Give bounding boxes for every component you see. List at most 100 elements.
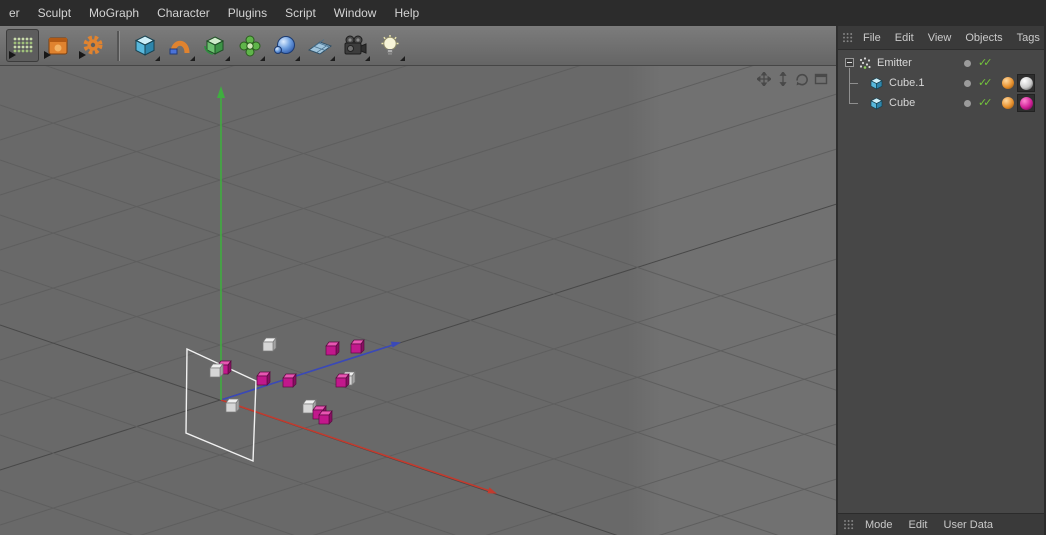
- particle-cube[interactable]: [209, 362, 224, 378]
- tool-render-active-view[interactable]: [6, 29, 39, 62]
- material-tag[interactable]: [1017, 94, 1035, 112]
- grid-line: [485, 423, 836, 535]
- axis-x[interactable]: [220, 399, 497, 494]
- particle-cube[interactable]: [225, 397, 240, 413]
- play-triangle-icon: [44, 51, 51, 59]
- particle-cube[interactable]: [350, 338, 365, 354]
- expand-toggle[interactable]: [845, 58, 854, 67]
- material-ball-icon: [1019, 76, 1033, 90]
- status-items: Mode Edit User Data: [857, 519, 1001, 531]
- tool-camera[interactable]: [338, 29, 371, 62]
- grid-line: [45, 66, 836, 336]
- camera-icon: [342, 33, 368, 59]
- status-edit[interactable]: Edit: [901, 519, 936, 531]
- pan-icon[interactable]: [757, 72, 771, 86]
- object-label[interactable]: Cube: [889, 97, 915, 109]
- menu-item-sculpt[interactable]: Sculpt: [29, 0, 80, 26]
- object-manager-menu: File Edit View Objects Tags: [856, 32, 1044, 44]
- grid-line: [0, 214, 836, 501]
- toolbar-separator: [117, 30, 120, 61]
- enable-check-icon[interactable]: ✓: [983, 57, 992, 69]
- enable-check-icon[interactable]: ✓: [983, 77, 992, 89]
- phong-tag-icon[interactable]: [1002, 97, 1014, 109]
- particle-cube[interactable]: [282, 372, 297, 388]
- menu-item-plugins[interactable]: Plugins: [219, 0, 276, 26]
- floor-icon: [307, 33, 333, 59]
- viewport[interactable]: [0, 66, 836, 535]
- play-triangle-icon: [9, 51, 16, 59]
- menu-item-help[interactable]: Help: [385, 0, 428, 26]
- tool-primitive-cube[interactable]: [128, 29, 161, 62]
- status-grip-icon[interactable]: [843, 519, 855, 531]
- object-row-cube[interactable]: Cube ✓ ✓: [838, 93, 1044, 113]
- left-column: [0, 26, 836, 535]
- menu-item-script[interactable]: Script: [276, 0, 325, 26]
- tool-metaball[interactable]: [268, 29, 301, 62]
- deformer-bend-icon: [167, 33, 193, 59]
- om-menu-objects[interactable]: Objects: [958, 32, 1009, 44]
- object-tree: Emitter ✓ ✓ Cube.1 ✓ ✓ Cube ✓ ✓: [838, 50, 1044, 513]
- grid-line: [0, 66, 408, 196]
- viewport-canvas[interactable]: [0, 66, 836, 535]
- tool-simulation-cube[interactable]: [198, 29, 231, 62]
- maximize-icon[interactable]: [814, 72, 828, 86]
- axis-z[interactable]: [220, 341, 401, 401]
- grid-line: [0, 66, 235, 141]
- menu-item-er[interactable]: er: [0, 0, 29, 26]
- flyout-triangle-icon: [190, 56, 195, 61]
- phong-tag-icon[interactable]: [1002, 77, 1014, 89]
- viewport-nav: [757, 72, 828, 86]
- flyout-triangle-icon: [225, 56, 230, 61]
- simulation-cube-icon: [202, 33, 228, 59]
- material-ball-icon: [1019, 96, 1033, 110]
- om-menu-tags[interactable]: Tags: [1010, 32, 1044, 44]
- menu-item-window[interactable]: Window: [325, 0, 386, 26]
- particle-cube[interactable]: [325, 340, 340, 356]
- menu-item-character[interactable]: Character: [148, 0, 219, 26]
- visibility-dot[interactable]: [964, 79, 971, 87]
- status-mode[interactable]: Mode: [857, 519, 901, 531]
- tool-floor[interactable]: [303, 29, 336, 62]
- grid-line: [0, 258, 836, 526]
- visibility-dot[interactable]: [964, 59, 971, 67]
- om-menu-edit[interactable]: Edit: [888, 32, 921, 44]
- om-menu-file[interactable]: File: [856, 32, 888, 44]
- object-label[interactable]: Cube.1: [889, 77, 924, 89]
- object-label[interactable]: Emitter: [877, 57, 912, 69]
- axis-y[interactable]: [217, 86, 225, 400]
- flyout-triangle-icon: [260, 56, 265, 61]
- emitter-icon: [858, 56, 874, 70]
- tool-mograph-cloner[interactable]: [233, 29, 266, 62]
- status-user-data[interactable]: User Data: [936, 519, 1002, 531]
- status-bar: Mode Edit User Data: [838, 513, 1044, 535]
- object-row-emitter[interactable]: Emitter ✓ ✓: [838, 53, 1044, 73]
- light-icon: [377, 33, 403, 59]
- flyout-triangle-icon: [155, 56, 160, 61]
- dolly-icon[interactable]: [776, 72, 790, 86]
- grid-line: [658, 478, 836, 535]
- menu-item-mograph[interactable]: MoGraph: [80, 0, 148, 26]
- tool-render-settings[interactable]: [76, 29, 109, 62]
- tool-render-picture-viewer[interactable]: [41, 29, 74, 62]
- orbit-icon[interactable]: [795, 72, 809, 86]
- particle-cube[interactable]: [256, 370, 271, 386]
- grid-line: [0, 159, 836, 446]
- om-menu-view[interactable]: View: [921, 32, 959, 44]
- particle-cube[interactable]: [262, 336, 277, 352]
- enable-check-icon[interactable]: ✓: [983, 97, 992, 109]
- visibility-dot[interactable]: [964, 99, 971, 107]
- play-triangle-icon: [79, 51, 86, 59]
- particle-cube[interactable]: [335, 372, 350, 388]
- tool-light[interactable]: [373, 29, 406, 62]
- object-row-cube-1[interactable]: Cube.1 ✓ ✓: [838, 73, 1044, 93]
- material-tag[interactable]: [1017, 74, 1035, 92]
- menu-bar: er Sculpt MoGraph Character Plugins Script Win…: [0, 0, 1046, 26]
- tool-deformer-bend[interactable]: [163, 29, 196, 62]
- panel-grip-icon[interactable]: [842, 32, 854, 44]
- flyout-triangle-icon: [295, 56, 300, 61]
- grid-line: [0, 93, 836, 361]
- toolbar-tools: [0, 26, 836, 66]
- grid-line: [0, 104, 836, 391]
- flyout-triangle-icon: [400, 56, 405, 61]
- particle-cube[interactable]: [318, 409, 333, 425]
